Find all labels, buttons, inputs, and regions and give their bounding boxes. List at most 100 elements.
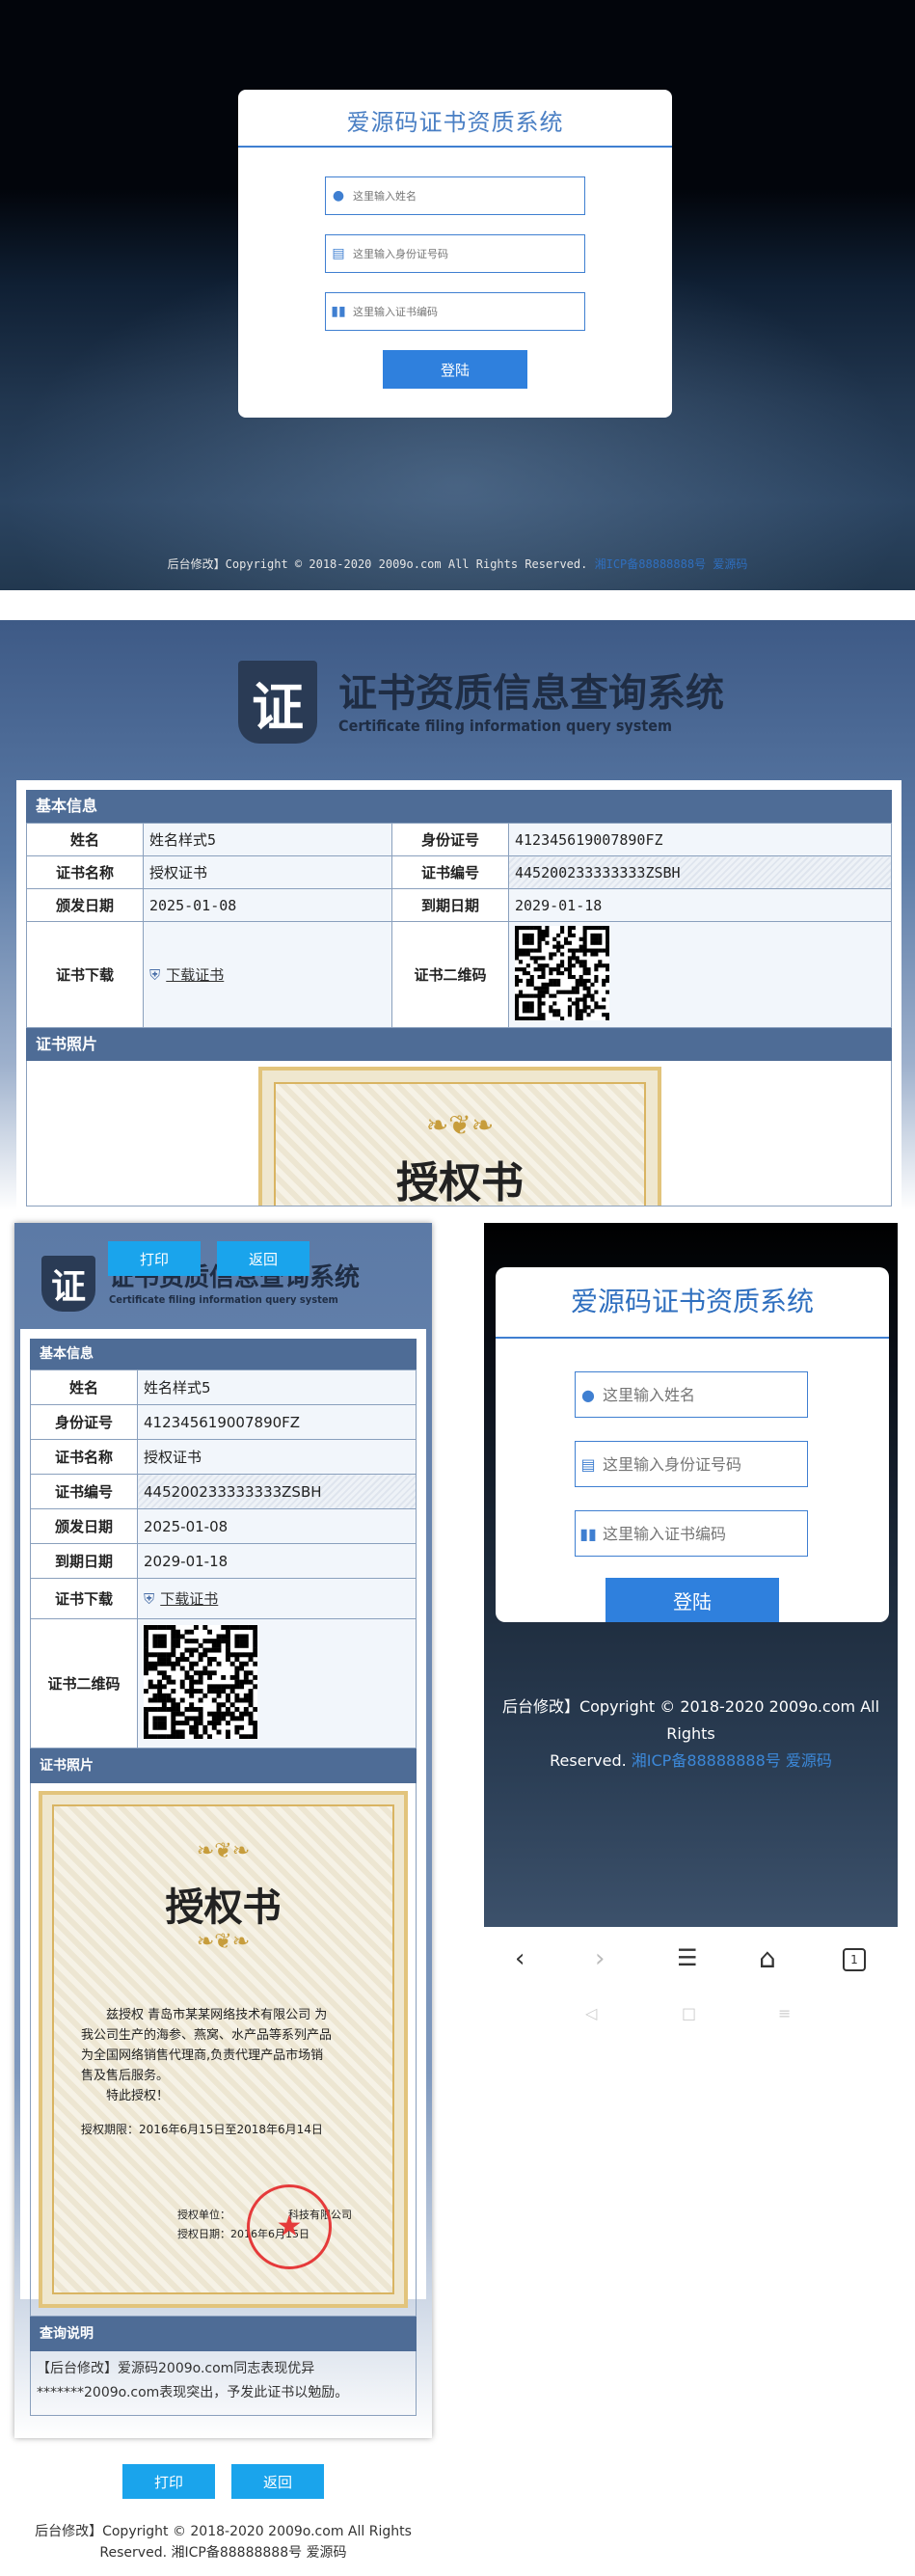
footer-brand-link[interactable]: 爱源码 (307, 2545, 347, 2561)
footer-copyright: 后台修改】Copyright © 2018-2020 2009o.com All… (167, 557, 588, 571)
login-button[interactable]: 登陆 (606, 1578, 779, 1622)
name-label: 姓名 (30, 1369, 138, 1405)
home-icon[interactable]: ⌂ (759, 1942, 776, 1974)
cert-name-value: 授权证书 (143, 855, 392, 889)
system-home-icon[interactable]: □ (682, 2004, 696, 2022)
cert-no-value: 445200233333333ZSBH (137, 1474, 417, 1509)
brand-subtitle: Certificate filing information query sys… (338, 716, 672, 735)
id-input-box[interactable]: ▤ (575, 1441, 808, 1487)
id-input[interactable] (351, 246, 548, 261)
cert-input[interactable] (601, 1523, 788, 1544)
section-description: 查询说明 (30, 2317, 417, 2351)
issue-date-value: 2025-01-08 (143, 888, 392, 922)
download-certificate-link[interactable]: 下载证书 (160, 1588, 218, 1609)
print-button[interactable]: 打印 (122, 2464, 215, 2499)
name-value: 姓名样式5 (137, 1369, 417, 1405)
table-row: 证书编号 445200233333333ZSBH (30, 1474, 417, 1509)
qr-cell (508, 921, 892, 1028)
cert-name-label: 证书名称 (30, 1439, 138, 1475)
user-icon: ● (581, 1385, 595, 1404)
table-row: 姓名 姓名样式5 (30, 1369, 417, 1405)
cert-input[interactable] (351, 304, 548, 319)
system-recent-icon[interactable]: ≡ (778, 2004, 791, 2022)
login-button[interactable]: 登陆 (383, 350, 527, 389)
id-input[interactable] (601, 1453, 797, 1475)
table-row: 姓名 姓名样式5 身份证号 412345619007890FZ (26, 823, 892, 856)
certificate-line: 我公司生产的海参、燕窝、水产品等系列产品 (81, 2028, 333, 2043)
info-table-mobile: 姓名 姓名样式5 身份证号 412345619007890FZ 证书名称 授权证… (30, 1369, 417, 1749)
desktop-footer: 后台修改】Copyright © 2018-2020 2009o.com All… (0, 556, 915, 572)
section-basic-info: 基本信息 (26, 790, 892, 823)
issue-date-value: 2025-01-08 (137, 1508, 417, 1544)
download-link-wrap[interactable]: ⛨ 下载证书 (144, 1588, 415, 1609)
user-icon: ● (332, 188, 345, 203)
table-row: 到期日期 2029-01-18 (30, 1543, 417, 1579)
table-row: 颁发日期 2025-01-08 到期日期 2029-01-18 (26, 888, 892, 922)
system-back-icon[interactable]: ◁ (585, 2004, 597, 2022)
tab-count-icon[interactable]: 1 (843, 1948, 866, 1971)
footer-brand-link[interactable]: 爱源码 (786, 1751, 832, 1770)
back-arrow-icon[interactable]: ‹ (515, 1944, 525, 1973)
login-title: 爱源码证书资质系统 (570, 1286, 814, 1317)
footer-copyright: 后台修改】Copyright © 2018-2020 2009o.com All… (35, 2524, 412, 2539)
cert-no-label: 证书编号 (30, 1474, 138, 1509)
name-label: 姓名 (26, 823, 144, 856)
idcard-value: 412345619007890FZ (508, 823, 892, 856)
certificate-body: 兹授权 青岛市某某网络技术有限公司 为 我公司生产的海参、燕窝、水产品等系列产品… (81, 2005, 380, 2140)
ornament-bottom-icon: ❧❦❧ (196, 1930, 251, 1954)
cert-no-label: 证书编号 (391, 855, 509, 889)
certificate-period: 授权期限：2016年6月15日至2018年6月14日 (81, 2123, 323, 2136)
section-photo: 证书照片 (30, 1749, 417, 1783)
footer-icp-link[interactable]: 湘ICP备88888888号 (595, 557, 706, 571)
menu-icon[interactable]: ☰ (677, 1944, 698, 1971)
description-text: 【后台修改】爱源码2009o.com同志表现优异*******2009o.com… (30, 2351, 417, 2416)
cert-input-box[interactable]: ▮▮ (575, 1510, 808, 1557)
name-input[interactable] (351, 188, 548, 203)
barcode-icon: ▮▮ (579, 1524, 597, 1543)
name-input-box[interactable]: ● (325, 176, 585, 215)
print-button[interactable]: 打印 (108, 1241, 201, 1276)
photo-area: ❧❦❧ 授权书 (26, 1061, 892, 1207)
certificate-title: 授权书 (165, 1885, 282, 1930)
photo-area: ❧❦❧ 授权书 ❧❦❧ 兹授权 青岛市某某网络技术有限公司 为 我公司生产的海参… (30, 1783, 417, 2317)
back-button[interactable]: 返回 (217, 1241, 309, 1276)
forward-arrow-icon[interactable]: › (595, 1944, 605, 1973)
expire-date-label: 到期日期 (391, 888, 509, 922)
certificate-line: 为全国网络销售代理商,负责代理产品市场销 (81, 2048, 324, 2063)
name-value: 姓名样式5 (143, 823, 392, 856)
footer-icp-link[interactable]: 湘ICP备88888888号 (172, 2545, 303, 2561)
footer-icp-link[interactable]: 湘ICP备88888888号 (632, 1751, 781, 1770)
footer-brand-link[interactable]: 爱源码 (713, 557, 747, 571)
id-input-box[interactable]: ▤ (325, 234, 585, 273)
idcard-label: 身份证号 (30, 1404, 138, 1440)
name-input-box[interactable]: ● (575, 1371, 808, 1418)
download-link-wrap[interactable]: ⛨ 下载证书 (149, 964, 390, 985)
cert-input-box[interactable]: ▮▮ (325, 292, 585, 331)
cert-name-label: 证书名称 (26, 855, 144, 889)
mobile-result-screen: 证 证书资质信息查询系统 Certificate filing informat… (14, 1223, 432, 2438)
download-cell: ⛨ 下载证书 (143, 921, 392, 1028)
certificate-unit: 授权单位： (177, 2209, 230, 2221)
login-card-mobile: 爱源码证书资质系统 ● ▤ ▮▮ 登陆 (496, 1267, 889, 1622)
name-input[interactable] (601, 1384, 788, 1405)
download-certificate-link[interactable]: 下载证书 (166, 964, 224, 985)
title-divider (496, 1337, 889, 1339)
id-card-icon: ▤ (580, 1454, 596, 1474)
mobile-login-screen: 爱源码证书资质系统 ● ▤ ▮▮ 登陆 后台修改】Copyright © 201… (484, 1223, 898, 1927)
footer-reserved: Reserved. (550, 1751, 627, 1770)
title-divider (238, 146, 672, 148)
certificate-title: 授权书 (396, 1158, 524, 1207)
certificate-photo: ❧❦❧ 授权书 (258, 1067, 661, 1207)
back-button[interactable]: 返回 (231, 2464, 324, 2499)
issue-date-label: 颁发日期 (26, 888, 144, 922)
qr-code-image (515, 925, 610, 1020)
download-label: 证书下载 (30, 1578, 138, 1619)
info-panel: 基本信息 姓名 姓名样式5 身份证号 412345619007890FZ 证书名… (16, 780, 902, 1210)
idcard-label: 身份证号 (391, 823, 509, 856)
shield-icon: ⛨ (144, 1589, 155, 1608)
certificate-line: 兹授权 青岛市某某网络技术有限公司 为 (106, 2008, 328, 2022)
brand-title: 证书资质信息查询系统 (338, 670, 724, 716)
table-row: 颁发日期 2025-01-08 (30, 1508, 417, 1544)
certificate-photo: ❧❦❧ 授权书 ❧❦❧ 兹授权 青岛市某某网络技术有限公司 为 我公司生产的海参… (39, 1791, 408, 2308)
brand-header: 证 证书资质信息查询系统 Certificate filing informat… (238, 661, 724, 744)
